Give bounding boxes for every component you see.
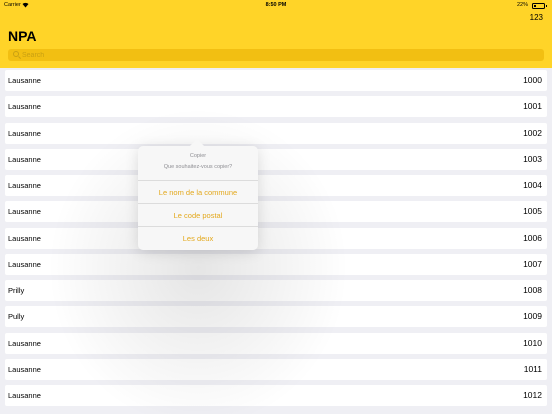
status-bar: Carrier 8:50 PM 22% <box>0 2 552 10</box>
commune-name: Prilly <box>8 286 25 295</box>
postal-code: 1011 <box>523 363 542 374</box>
table-row[interactable]: Lausanne 1005 <box>5 201 547 223</box>
navigation-header: Carrier 8:50 PM 22% 123 NPA <box>0 0 552 68</box>
popover-title: Copier <box>189 153 207 159</box>
table-row[interactable]: Lausanne 1001 <box>5 96 547 118</box>
table-row[interactable]: Pully 1009 <box>5 306 547 328</box>
table-row[interactable]: Lausanne 1006 <box>5 227 547 249</box>
battery-fill <box>534 5 536 7</box>
commune-name: Lausanne <box>8 102 41 112</box>
postal-code: 1004 <box>523 180 542 190</box>
page-title: NPA <box>8 28 37 44</box>
table-row[interactable]: Lausanne 1012 <box>5 385 547 406</box>
postal-code: 1003 <box>523 153 542 164</box>
search-icon <box>13 51 19 57</box>
status-time: 8:50 PM <box>265 2 287 8</box>
postal-code: 1009 <box>523 311 542 322</box>
battery-icon <box>532 3 547 9</box>
commune-name: Lausanne <box>8 154 41 164</box>
postal-code: 1001 <box>523 101 542 112</box>
popover-message: Que souhaitez-vous copier? <box>163 164 233 170</box>
table-row[interactable]: Lausanne 1003 <box>5 148 547 170</box>
commune-name: Lausanne <box>8 338 41 348</box>
table-row[interactable]: Lausanne 1010 <box>5 332 547 354</box>
postal-code: 1008 <box>523 285 542 295</box>
commune-name: Lausanne <box>8 207 41 217</box>
table-row[interactable]: Lausanne 1000 <box>5 70 547 91</box>
battery-percent: 22% <box>516 2 528 8</box>
postal-code-list: Lausanne 1000 Lausanne 1001 Lausanne 1002 Laus… <box>5 70 547 411</box>
postal-code: 1005 <box>523 206 542 217</box>
postal-code: 1006 <box>523 232 542 243</box>
commune-name: Lausanne <box>8 259 41 269</box>
commune-name: Lausanne <box>8 391 41 400</box>
table-row[interactable]: Lausanne 1002 <box>5 122 547 144</box>
postal-code: 1000 <box>523 75 542 85</box>
commune-name: Lausanne <box>8 128 41 138</box>
copy-both-option[interactable]: Les deux <box>138 226 258 249</box>
copy-commune-name-option[interactable]: Le nom de la commune <box>138 180 258 203</box>
postal-code: 1002 <box>523 127 542 138</box>
commune-name: Lausanne <box>8 364 41 374</box>
table-row[interactable]: Lausanne 1007 <box>5 253 547 275</box>
postal-code: 1012 <box>523 390 542 400</box>
postal-code: 1007 <box>523 258 542 269</box>
search-input[interactable] <box>22 49 522 61</box>
search-bar[interactable] <box>8 49 544 61</box>
commune-name: Lausanne <box>8 181 41 190</box>
commune-name: Lausanne <box>8 233 41 243</box>
table-row[interactable]: Lausanne 1004 <box>5 175 547 196</box>
postal-code: 1010 <box>523 337 542 348</box>
table-row[interactable]: Prilly 1008 <box>5 280 547 301</box>
copy-popover: Copier Que souhaitez-vous copier? Le nom… <box>138 146 258 250</box>
table-row[interactable]: Lausanne 1011 <box>5 358 547 380</box>
copy-postal-code-option[interactable]: Le code postal <box>138 203 258 226</box>
numeric-toggle-button[interactable]: 123 <box>530 13 543 22</box>
commune-name: Pully <box>8 312 25 322</box>
commune-name: Lausanne <box>8 76 41 85</box>
